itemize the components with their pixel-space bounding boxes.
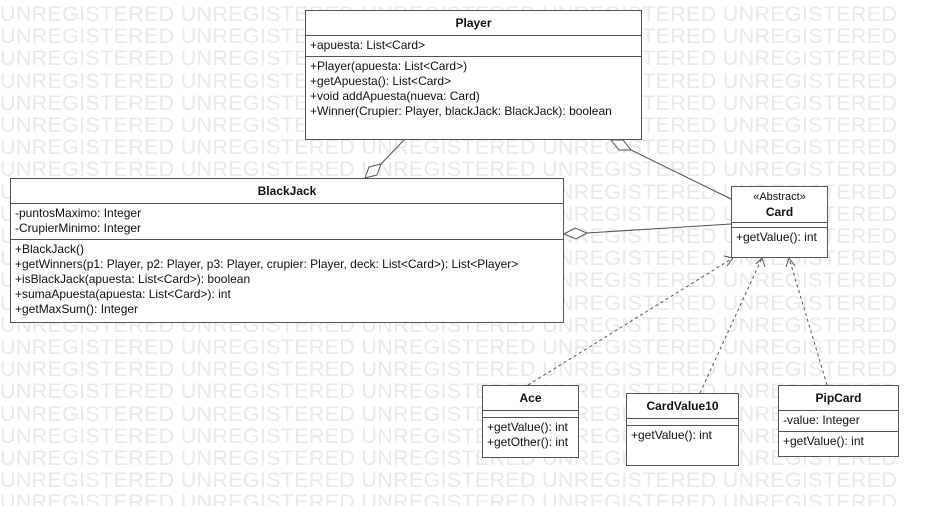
class-blackjack[interactable]: BlackJack -puntosMaximo: Integer -Crupie… [10,178,564,323]
class-ace[interactable]: Ace +getValue(): int +getOther(): int [482,385,579,458]
class-header: «Abstract» Card [732,187,827,222]
realization-pipcard-card [788,257,828,386]
realization-arrowhead-cardvalue10-card [755,257,766,268]
class-header: CardValue10 [627,394,738,418]
attributes-compartment [483,410,578,417]
aggregation-diamond-blackjack-card [562,227,589,240]
class-name: CardValue10 [646,399,719,413]
attribute: -CrupierMinimo: Integer [15,221,142,235]
class-header: Ace [483,386,578,410]
operation: +Winner(Crupier: Player, blackJack: Blac… [310,104,612,118]
operations-compartment: +BlackJack() +getWinners(p1: Player, p2:… [11,239,563,320]
attribute: -value: Integer [783,413,860,427]
realization-cardvalue10-card [699,257,763,394]
attributes-compartment: -puntosMaximo: Integer -CrupierMinimo: I… [11,203,563,239]
class-header: Player [306,11,641,35]
class-name: Player [455,16,492,30]
aggregation-player-card [630,149,732,200]
class-player[interactable]: Player +apuesta: List<Card> +Player(apue… [305,10,642,140]
operations-compartment: +getValue(): int [732,227,827,248]
operation: +isBlackJack(apuesta: List<Card>): boole… [15,272,251,286]
class-name: Ace [519,391,542,405]
operations-compartment: +getValue(): int [627,425,738,446]
aggregation-diamond-player-card [609,139,633,151]
class-name: Card [765,205,794,219]
operation: +getWinners(p1: Player, p2: Player, p3: … [15,257,519,271]
operation: +getValue(): int [736,230,817,244]
aggregation-blackjack-player [380,139,405,165]
operations-compartment: +getValue(): int [779,431,898,452]
class-cardvalue10[interactable]: CardValue10 +getValue(): int [626,393,739,466]
class-card[interactable]: «Abstract» Card +getValue(): int [731,186,828,258]
attribute: +apuesta: List<Card> [310,38,426,52]
attributes-compartment: +apuesta: List<Card> [306,35,641,56]
operation: +getValue(): int [783,434,864,448]
aggregation-blackjack-card [586,223,732,234]
class-name: PipCard [815,391,862,405]
operation: +Player(apuesta: List<Card>) [310,59,468,73]
class-stereotype: «Abstract» [753,191,806,203]
operation: +getMaxSum(): Integer [15,302,139,316]
attribute: -puntosMaximo: Integer [15,206,142,220]
operation: +sumaApuesta(apuesta: List<Card>): int [15,287,231,301]
class-header: BlackJack [11,179,563,203]
operations-compartment: +getValue(): int +getOther(): int [483,417,578,453]
operation: +getValue(): int [631,428,712,442]
operations-compartment: +Player(apuesta: List<Card>) +getApuesta… [306,56,641,122]
operation: +void addApuesta(nueva: Card) [310,89,480,103]
aggregation-diamond-blackjack-player [364,163,382,179]
class-header: PipCard [779,386,898,410]
operation: +getValue(): int [487,420,568,434]
operation: +BlackJack() [15,242,85,256]
class-name: BlackJack [257,184,317,198]
class-pipcard[interactable]: PipCard -value: Integer +getValue(): int [778,385,899,457]
attributes-compartment: -value: Integer [779,410,898,431]
attributes-compartment [627,418,738,425]
operation: +getApuesta(): List<Card> [310,74,452,88]
operation: +getOther(): int [487,435,569,449]
